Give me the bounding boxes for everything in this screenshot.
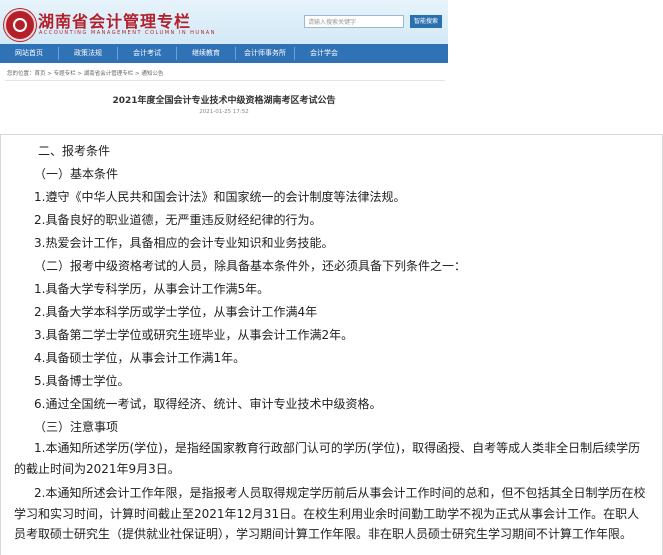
notice-title: 2021年度全国会计专业技术中级资格湖南考区考试公告 xyxy=(112,96,336,106)
main-nav: 网站首页 政策法规 会计考试 继续教育 会计师事务所 会计学会 xyxy=(0,44,448,63)
nav-education[interactable]: 继续教育 xyxy=(177,44,235,63)
site-subtitle: ACCOUNTING MANAGEMENT COLUMN IN HUNAN xyxy=(39,30,216,36)
note-paragraph: 1.本通知所述学历(学位)，是指经国家教育行政部门认可的学历(学位)，取得函授、… xyxy=(14,441,641,476)
list-item: 1.遵守《中华人民共和国会计法》和国家统一的会计制度等法律法规。 xyxy=(34,190,406,204)
list-item: 5.具备博士学位。 xyxy=(34,374,130,388)
list-item: 3.热爱会计工作，具备相应的会计专业知识和业务技能。 xyxy=(34,236,334,250)
website-screenshot: 湖南省会计管理专栏 ACCOUNTING MANAGEMENT COLUMN I… xyxy=(0,0,448,131)
list-item: 3.具备第二学士学位或研究生班毕业，从事会计工作满2年。 xyxy=(34,328,354,342)
nav-exam[interactable]: 会计考试 xyxy=(118,44,176,63)
list-item: 2.具备良好的职业道德，无严重违反财经纪律的行为。 xyxy=(34,213,322,227)
section-title: 二、报考条件 xyxy=(38,144,111,158)
site-title: 湖南省会计管理专栏 xyxy=(38,12,192,31)
basic-conditions-title: （一）基本条件 xyxy=(34,167,119,181)
search-input[interactable]: 请输入搜索关键字 xyxy=(304,15,404,28)
list-item: 2.具备大学本科学历或学士学位，从事会计工作满4年 xyxy=(34,305,318,319)
nav-society[interactable]: 会计学会 xyxy=(295,44,353,63)
breadcrumb: 您的位置：首页 > 专题专栏 > 湖南省会计管理专栏 > 通知公告 xyxy=(7,71,164,77)
nav-home[interactable]: 网站首页 xyxy=(0,44,58,63)
list-item: 6.通过全国统一考试，取得经济、统计、审计专业技术中级资格。 xyxy=(34,397,382,411)
nav-firms[interactable]: 会计师事务所 xyxy=(236,44,294,63)
list-item: 1.具备大学专科学历，从事会计工作满5年。 xyxy=(34,282,270,296)
site-banner: 湖南省会计管理专栏 ACCOUNTING MANAGEMENT COLUMN I… xyxy=(0,0,448,44)
nav-policy[interactable]: 政策法规 xyxy=(59,44,117,63)
article-body: 二、报考条件 （一）基本条件 1.遵守《中华人民共和国会计法》和国家统一的会计制… xyxy=(0,134,663,555)
extra-conditions-title: （二）报考中级资格考试的人员，除具备基本条件外，还必须具备下列条件之一： xyxy=(34,259,467,273)
search-button[interactable]: 智能搜索 xyxy=(410,15,442,28)
note-paragraph: 2.本通知所述会计工作年限，是指报考人员取得规定学历前后从事会计工作时间的总和，… xyxy=(14,486,646,541)
emblem-logo-icon xyxy=(4,9,36,41)
notes-title: （三）注意事项 xyxy=(34,420,119,434)
notice-date: 2021-01-25 17:52 xyxy=(199,109,249,115)
divider xyxy=(5,80,445,81)
list-item: 4.具备硕士学位，从事会计工作满1年。 xyxy=(34,351,246,365)
